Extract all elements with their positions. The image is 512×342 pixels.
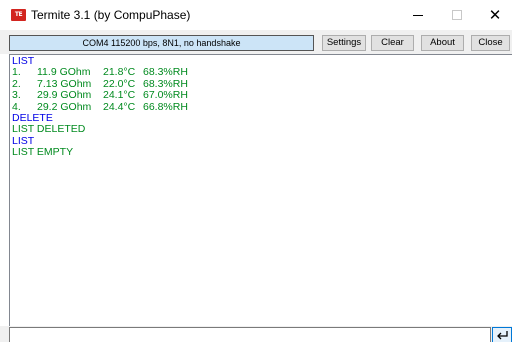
terminal-line: LIST DELETED (12, 123, 86, 136)
record-index: 3. (12, 89, 21, 102)
terminal-line: 3. 29.9 GOhm 24.1°C 67.0%RH (10, 89, 512, 102)
terminal-line: DELETE (12, 112, 53, 125)
close-icon: ✕ (488, 6, 502, 24)
terminal-line: LIST EMPTY (12, 146, 74, 159)
record-temperature: 24.4°C (103, 100, 136, 113)
terminal-line: LIST (12, 134, 35, 147)
title-bar[interactable]: TE Termite 3.1 (by CompuPhase) ✕ (0, 0, 512, 30)
connection-status[interactable]: COM4 115200 bps, 8N1, no handshake (9, 35, 314, 51)
maximize-icon (452, 10, 462, 20)
enter-icon (497, 331, 508, 340)
toolbar: COM4 115200 bps, 8N1, no handshake Setti… (0, 30, 512, 54)
termite-app-icon[interactable]: TE (11, 9, 26, 21)
about-button[interactable]: About (421, 35, 464, 51)
record-resistance: 29.9 GOhm (37, 89, 92, 102)
record-temperature: 24.1°C (103, 89, 136, 102)
send-button[interactable] (492, 327, 512, 342)
close-button[interactable]: Close (471, 35, 510, 51)
window-title: Termite 3.1 (by CompuPhase) (31, 8, 191, 22)
maximize-button[interactable] (440, 0, 474, 30)
terminal-line: 4. 29.2 GOhm 24.4°C 66.8%RH (10, 100, 512, 113)
settings-button[interactable]: Settings (322, 35, 366, 51)
window-close-button[interactable]: ✕ (478, 0, 512, 30)
minimize-button[interactable] (401, 0, 435, 30)
record-humidity: 67.0%RH (143, 89, 188, 102)
clear-button[interactable]: Clear (371, 35, 414, 51)
minimize-icon (413, 15, 423, 16)
record-humidity: 66.8%RH (143, 100, 188, 113)
input-bar (0, 326, 512, 342)
terminal-output[interactable]: LIST 1. 11.9 GOhm 21.8°C 68.3%RH 2. 7.13 GOh… (9, 54, 512, 326)
command-input[interactable] (9, 327, 491, 342)
